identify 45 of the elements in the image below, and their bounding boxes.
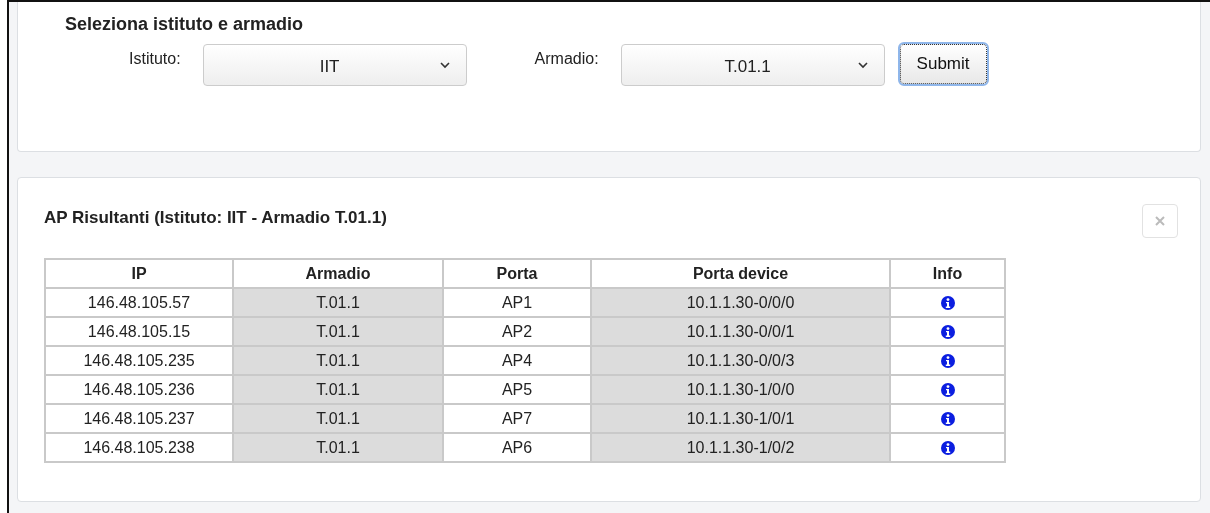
table-cell: 146.48.105.235 [45, 346, 233, 375]
column-header: Armadio [233, 259, 443, 288]
table-cell: 10.1.1.30-1/0/2 [591, 433, 890, 462]
table-cell: 146.48.105.237 [45, 404, 233, 433]
info-icon[interactable] [940, 382, 955, 397]
istituto-select[interactable]: IIT [202, 44, 467, 86]
table-cell: 10.1.1.30-1/0/0 [591, 375, 890, 404]
column-header: Porta [443, 259, 591, 288]
table-cell: AP2 [443, 317, 591, 346]
armadio-select[interactable]: T.01.1 [620, 44, 885, 86]
table-cell: 146.48.105.236 [45, 375, 233, 404]
table-cell: 146.48.105.15 [45, 317, 233, 346]
chevron-down-icon [857, 61, 868, 69]
column-header: Info [890, 259, 1005, 288]
chevron-down-icon [439, 61, 450, 69]
column-header: IP [45, 259, 233, 288]
table-cell: 146.48.105.238 [45, 433, 233, 462]
info-icon[interactable] [940, 353, 955, 368]
table-cell: 10.1.1.30-0/0/0 [591, 288, 890, 317]
info-icon[interactable] [940, 440, 955, 455]
table-cell: 10.1.1.30-0/0/1 [591, 317, 890, 346]
table-cell: T.01.1 [233, 346, 443, 375]
table-cell: T.01.1 [233, 433, 443, 462]
close-icon [1155, 216, 1165, 226]
table-cell: 146.48.105.57 [45, 288, 233, 317]
table-cell: T.01.1 [233, 288, 443, 317]
field-label: Istituto: [129, 50, 181, 68]
info-icon[interactable] [940, 411, 955, 426]
table-cell: 10.1.1.30-0/0/3 [591, 346, 890, 375]
table-cell: AP5 [443, 375, 591, 404]
table-cell: AP7 [443, 404, 591, 433]
table-cell: AP4 [443, 346, 591, 375]
submit-button[interactable]: Submit [899, 44, 987, 84]
table-cell: T.01.1 [233, 375, 443, 404]
table-cell: T.01.1 [233, 404, 443, 433]
table-cell: 10.1.1.30-1/0/1 [591, 404, 890, 433]
table-cell: AP6 [443, 433, 591, 462]
panel-title: Seleziona istituto e armadio [65, 14, 305, 35]
table-cell: AP1 [443, 288, 591, 317]
panel-title: AP Risultanti (Istituto: IIT - Armadio T.01.1) [44, 208, 387, 228]
info-icon[interactable] [940, 324, 955, 339]
info-icon[interactable] [940, 295, 955, 310]
table-cell: T.01.1 [233, 317, 443, 346]
field-label: Armadio: [534, 50, 599, 68]
column-header: Porta device [591, 259, 890, 288]
